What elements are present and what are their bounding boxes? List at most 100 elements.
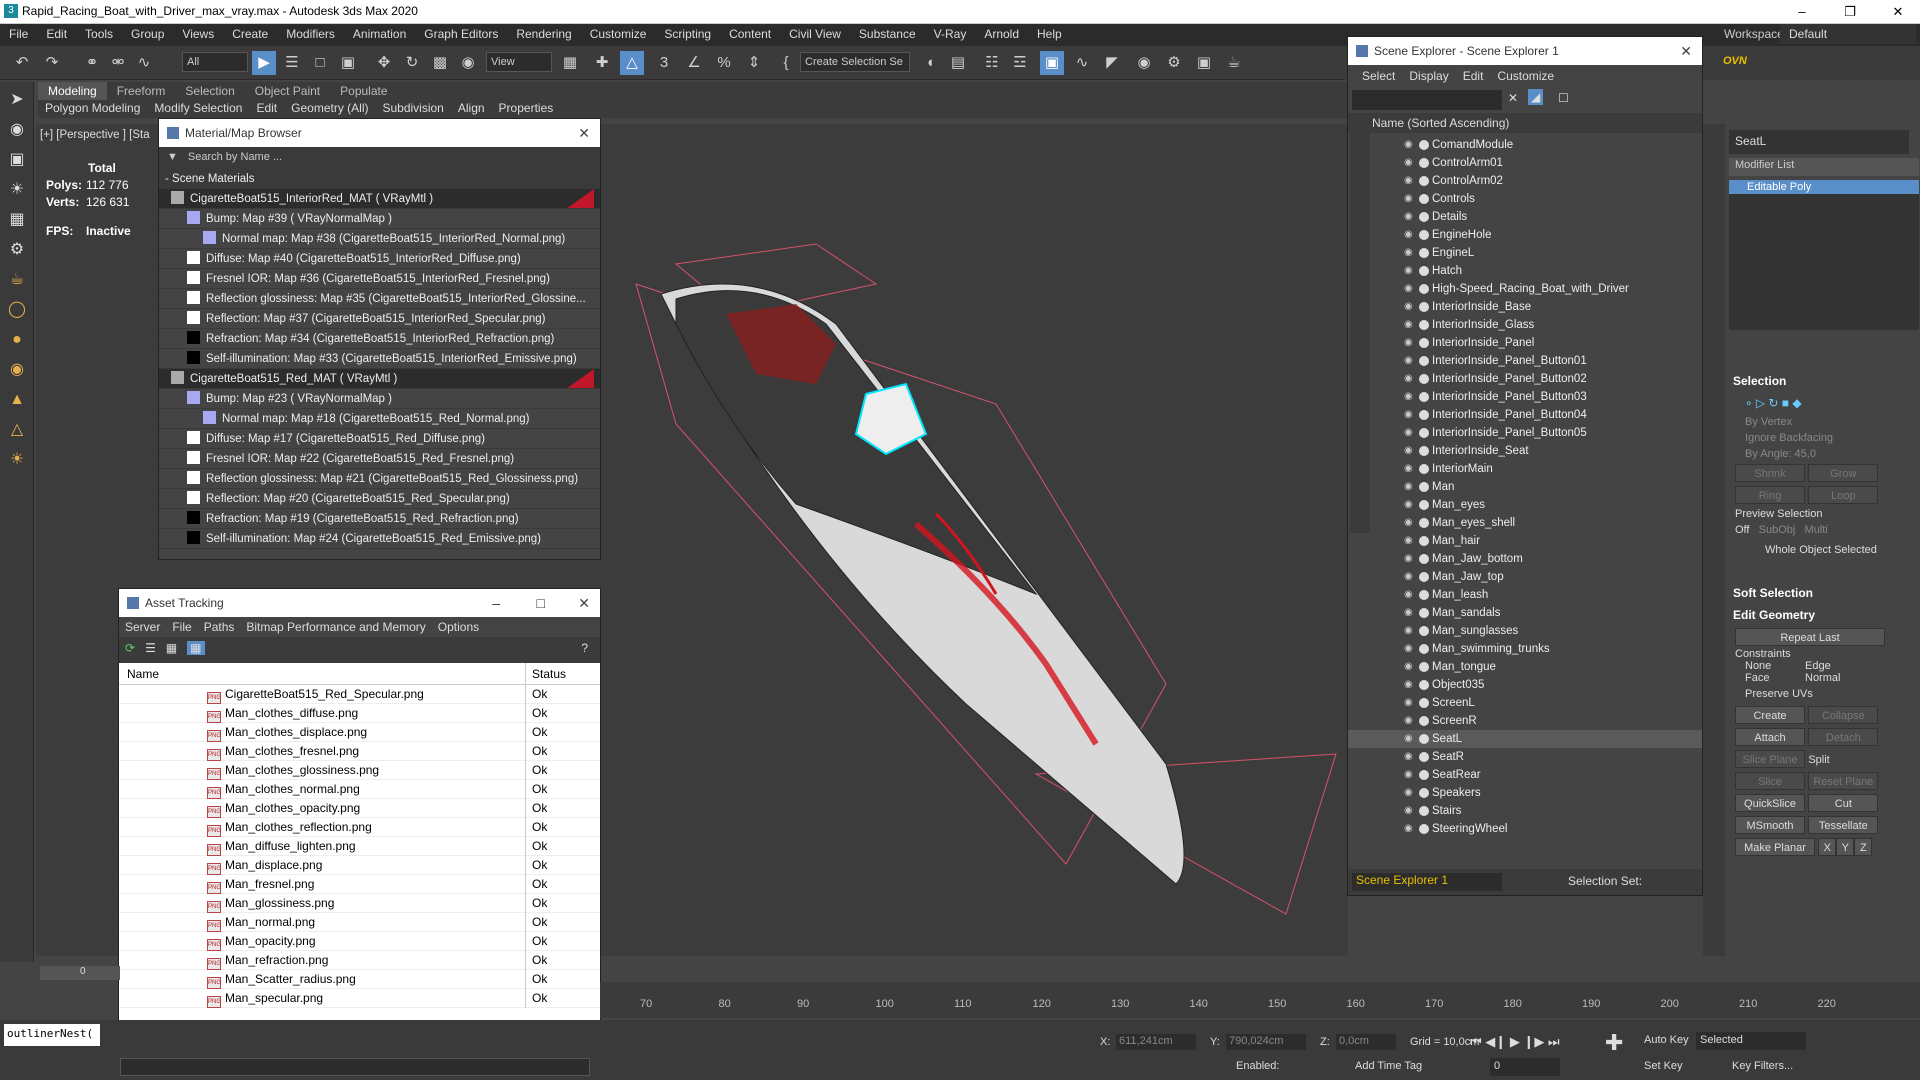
visibility-eye-icon[interactable]: ◉ [1404, 226, 1413, 244]
sphere-icon[interactable]: ● [5, 328, 29, 352]
scene-explorer-icon[interactable]: ☷ [980, 51, 1004, 75]
loop-button[interactable]: Loop [1808, 486, 1879, 504]
sun-icon[interactable]: ☀ [5, 448, 29, 472]
curve-editor-icon[interactable]: ∿ [1070, 51, 1094, 75]
scene-object-row[interactable]: ◉ Man_sunglasses [1348, 622, 1702, 640]
menu-edit[interactable]: Edit [37, 24, 76, 44]
playback-controls[interactable]: ⏮ ◀❙ ▶ ❙▶ ⏭ [1470, 1034, 1560, 1050]
sx-search-input[interactable] [1352, 90, 1502, 110]
map-row[interactable]: Diffuse: Map #40 (CigaretteBoat515_Inter… [159, 249, 600, 269]
light-icon[interactable]: ☀ [5, 178, 29, 202]
menu-graph-editors[interactable]: Graph Editors [415, 24, 507, 44]
teapot-icon[interactable]: ☕ [5, 268, 29, 292]
scene-object-row[interactable]: ◉ SeatRear [1348, 766, 1702, 784]
undo-icon[interactable]: ↶ [10, 51, 34, 75]
scene-object-row[interactable]: ◉ InteriorInside_Panel_Button02 [1348, 370, 1702, 388]
auto-key-button[interactable]: Auto Key [1644, 1034, 1689, 1046]
visibility-eye-icon[interactable]: ◉ [1404, 370, 1413, 388]
cone-icon[interactable]: △ [5, 418, 29, 442]
visibility-eye-icon[interactable]: ◉ [1404, 748, 1413, 766]
scene-object-row[interactable]: ◉ SeatR [1348, 748, 1702, 766]
key-selected-dropdown[interactable]: Selected [1696, 1032, 1806, 1050]
asset-menu-options[interactable]: Options [432, 620, 485, 634]
asset-row[interactable]: PNG CigaretteBoat515_Red_Specular.png Ok [119, 685, 600, 704]
torus-icon[interactable]: ◉ [5, 358, 29, 382]
refresh-icon[interactable]: ⟳ [125, 641, 135, 655]
visibility-eye-icon[interactable]: ◉ [1404, 730, 1413, 748]
cut-button[interactable]: Cut [1808, 794, 1879, 812]
time-slider[interactable]: 0 [40, 966, 120, 980]
visibility-eye-icon[interactable]: ◉ [1404, 784, 1413, 802]
window-crossing-icon[interactable]: ▣ [336, 51, 360, 75]
planar-x-button[interactable]: X [1818, 838, 1837, 856]
planar-y-button[interactable]: Y [1836, 838, 1855, 856]
menu-substance[interactable]: Substance [850, 24, 925, 44]
scene-object-row[interactable]: ◉ Man_tongue [1348, 658, 1702, 676]
map-row[interactable]: Reflection glossiness: Map #21 (Cigarett… [159, 469, 600, 489]
sx-menu-edit[interactable]: Edit [1463, 69, 1498, 83]
visibility-eye-icon[interactable]: ◉ [1404, 568, 1413, 586]
visibility-eye-icon[interactable]: ◉ [1404, 766, 1413, 784]
render-icon[interactable]: ☕ [1222, 51, 1246, 75]
angle-snap-icon[interactable]: ∠ [682, 51, 706, 75]
scene-object-row[interactable]: ◉ InteriorInside_Panel_Button03 [1348, 388, 1702, 406]
scene-materials-header[interactable]: - Scene Materials [159, 169, 600, 189]
asset-row[interactable]: PNG Man_normal.png Ok [119, 913, 600, 932]
map-row[interactable]: Normal map: Map #18 (CigaretteBoat515_Re… [159, 409, 600, 429]
visibility-eye-icon[interactable]: ◉ [1404, 640, 1413, 658]
menu-group[interactable]: Group [122, 24, 173, 44]
layer-explorer-icon[interactable]: ☲ [1008, 51, 1032, 75]
ring-button[interactable]: Ring [1735, 486, 1805, 504]
asset-row[interactable]: PNG Man_clothes_opacity.png Ok [119, 799, 600, 818]
ignore-backfacing-checkbox[interactable]: Ignore Backfacing [1725, 430, 1920, 446]
visibility-eye-icon[interactable]: ◉ [1404, 586, 1413, 604]
menu-modifiers[interactable]: Modifiers [277, 24, 344, 44]
visibility-eye-icon[interactable]: ◉ [1404, 208, 1413, 226]
menu-tools[interactable]: Tools [76, 24, 122, 44]
spinner-snap-icon[interactable]: ⇕ [742, 51, 766, 75]
visibility-eye-icon[interactable]: ◉ [1404, 262, 1413, 280]
menu-scripting[interactable]: Scripting [655, 24, 720, 44]
add-time-tag[interactable]: Add Time Tag [1355, 1060, 1422, 1072]
visibility-eye-icon[interactable]: ◉ [1404, 388, 1413, 406]
split-checkbox[interactable]: Split [1808, 754, 1829, 766]
visibility-eye-icon[interactable]: ◉ [1404, 676, 1413, 694]
menu-civil-view[interactable]: Civil View [780, 24, 850, 44]
visibility-eye-icon[interactable]: ◉ [1404, 154, 1413, 172]
grow-button[interactable]: Grow [1808, 464, 1879, 482]
col-status[interactable]: Status [525, 663, 566, 685]
asset-row[interactable]: PNG Man_clothes_fresnel.png Ok [119, 742, 600, 761]
asset-maximize-button[interactable]: □ [537, 589, 545, 617]
menu-views[interactable]: Views [173, 24, 223, 44]
dome-icon[interactable]: ◯ [5, 298, 29, 322]
preview-subobj-radio[interactable]: SubObj [1759, 524, 1796, 536]
create-button[interactable]: Create [1735, 706, 1805, 724]
scene-object-row[interactable]: ◉ ScreenR [1348, 712, 1702, 730]
menu-file[interactable]: File [0, 24, 37, 44]
sx-menu-customize[interactable]: Customize [1497, 69, 1554, 83]
asset-minimize-button[interactable]: – [492, 589, 500, 617]
asset-row[interactable]: PNG Man_clothes_diffuse.png Ok [119, 704, 600, 723]
y-coordinate[interactable]: 790,024cm [1226, 1034, 1306, 1050]
set-key-button[interactable]: Set Key [1644, 1060, 1683, 1072]
scene-object-row[interactable]: ◉ InteriorInside_Seat [1348, 442, 1702, 460]
render-setup-icon[interactable]: ⚙ [1162, 51, 1186, 75]
asset-row[interactable]: PNG Man_diffuse_lighten.png Ok [119, 837, 600, 856]
by-vertex-checkbox[interactable]: By Vertex [1725, 414, 1920, 430]
slice-button[interactable]: Slice [1735, 772, 1805, 790]
link-icon[interactable]: ⚭ [80, 51, 104, 75]
material-search-input[interactable]: ▼ Search by Name ... [159, 147, 600, 169]
detach-button[interactable]: Detach [1808, 728, 1879, 746]
tube-icon[interactable]: ▲ [5, 388, 29, 412]
map-row[interactable]: Reflection glossiness: Map #35 (Cigarett… [159, 289, 600, 309]
material-row[interactable]: CigaretteBoat515_Red_MAT ( VRayMtl ) [159, 369, 600, 389]
scene-object-row[interactable]: ◉ Man_leash [1348, 586, 1702, 604]
subtab-polygon-modeling[interactable]: Polygon Modeling [38, 100, 147, 116]
scene-explorer-close-button[interactable]: ✕ [1680, 37, 1692, 65]
sx-menu-display[interactable]: Display [1409, 69, 1462, 83]
scene-object-row[interactable]: ◉ SeatL [1348, 730, 1702, 748]
ribbon-toggle-icon[interactable]: ▣ [1040, 51, 1064, 75]
list-view-icon[interactable]: ☰ [145, 641, 156, 655]
material-browser-close-icon[interactable]: ✕ [578, 119, 590, 147]
snaps-toggle-icon[interactable]: 3 [652, 51, 676, 75]
